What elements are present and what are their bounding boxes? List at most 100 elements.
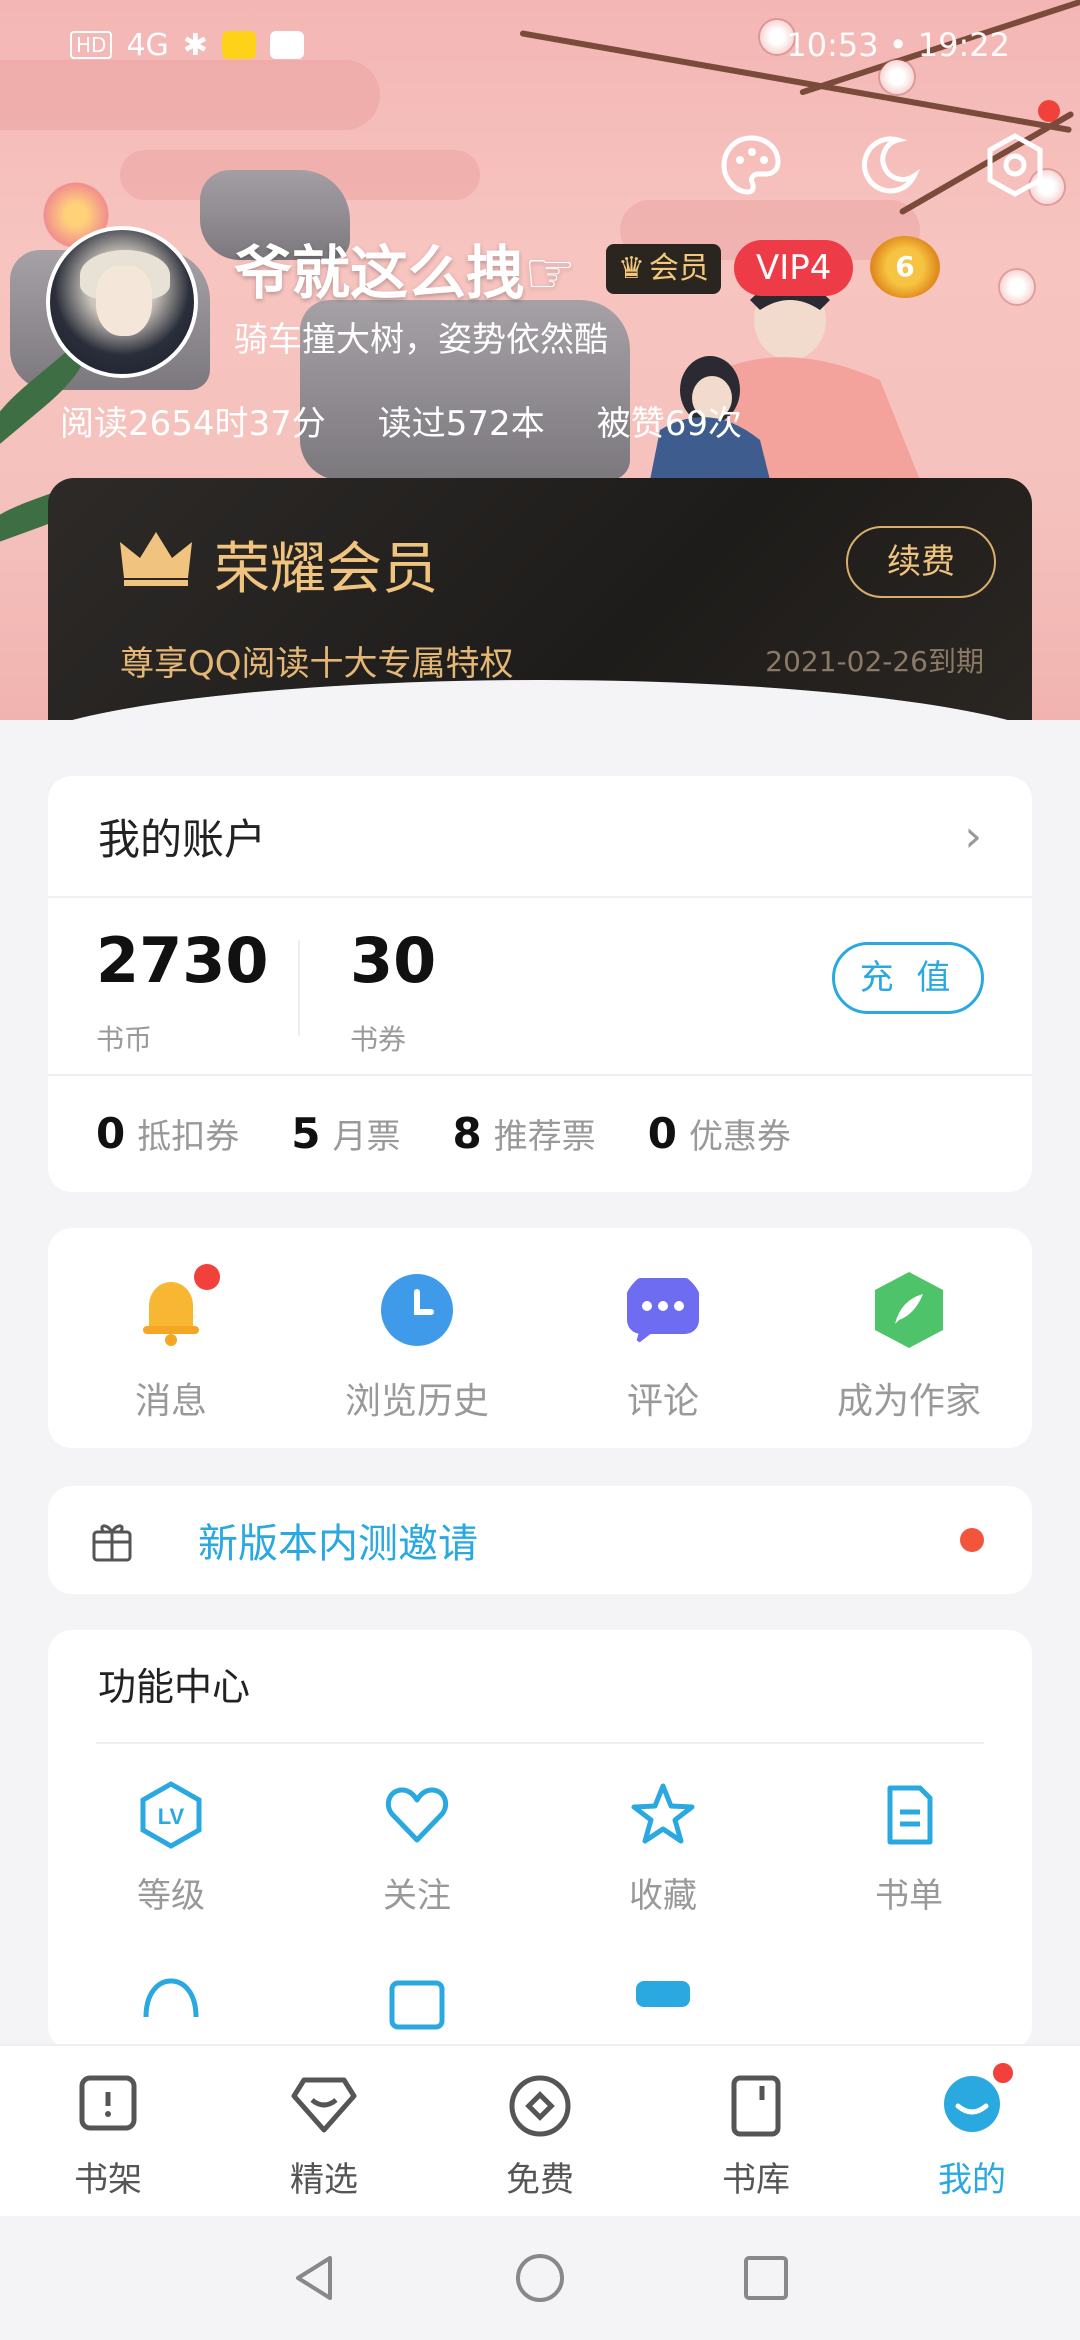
me-notification-dot: [990, 2060, 1016, 2086]
library-icon: [731, 2075, 781, 2137]
reading-time-stat: 阅读2654时37分: [60, 404, 326, 444]
messages-button[interactable]: 消息: [48, 1228, 294, 1448]
follow-button[interactable]: 关注: [294, 1780, 540, 1917]
level-label: 等级: [137, 1876, 205, 1916]
member-badge[interactable]: ♛ 会员: [606, 244, 721, 294]
profile-header: HD 4G ✱ 10:53 • 19:22 爷就这么拽☞ ♛ 会员 VIP4 6…: [0, 0, 1080, 720]
comments-label: 评论: [626, 1381, 699, 1422]
beta-invite-text: 新版本内测邀请: [198, 1521, 478, 1567]
tab-bookshelf[interactable]: 书架: [0, 2046, 216, 2216]
home-icon[interactable]: [512, 2250, 568, 2306]
crown-icon: ♛: [618, 251, 645, 286]
monthly-ticket[interactable]: 5 月票: [291, 1109, 400, 1158]
headphones-icon[interactable]: [136, 1973, 206, 2043]
skin-palette-icon[interactable]: [716, 130, 786, 200]
messages-label: 消息: [134, 1381, 207, 1422]
history-label: 浏览历史: [344, 1381, 489, 1422]
user-level-badge[interactable]: 6: [870, 236, 940, 298]
tab-featured[interactable]: 精选: [216, 2046, 432, 2216]
app-notification-icon: [221, 31, 256, 59]
likes-stat: 被赞69次: [596, 404, 742, 444]
renew-button[interactable]: 续费: [846, 526, 996, 598]
favorites-label: 收藏: [629, 1876, 697, 1916]
function-center-title: 功能中心: [98, 1665, 251, 1709]
favorites-button[interactable]: 收藏: [540, 1780, 786, 1917]
tab-label: 书库: [722, 2160, 790, 2200]
ticket-label: 月票: [332, 1116, 401, 1157]
gift-icon: [92, 1524, 132, 1562]
chevron-right-icon: ›: [964, 810, 982, 862]
account-header[interactable]: 我的账户 ›: [48, 776, 1032, 898]
free-icon: [509, 2075, 571, 2137]
ticket-label: 推荐票: [493, 1116, 596, 1157]
recharge-button[interactable]: 充 值: [832, 942, 984, 1014]
books-read-stat: 读过572本: [377, 404, 545, 444]
game-icon[interactable]: [628, 1973, 698, 2043]
settings-icon[interactable]: [980, 130, 1050, 200]
settings-notification-dot: [1038, 100, 1060, 122]
vip-privileges-text: 尊享QQ阅读十大专属特权: [120, 644, 514, 684]
signal-icon: 4G: [126, 27, 169, 63]
pen-icon: [875, 1272, 943, 1348]
quick-actions-card: 消息 浏览历史 评论 成为作家: [48, 1228, 1032, 1448]
back-icon[interactable]: [286, 2250, 342, 2306]
ticket-label: 优惠券: [688, 1116, 791, 1157]
featured-icon: [291, 2077, 357, 2133]
bottom-tab-bar: 书架 精选 免费 书库 我的: [0, 2044, 1080, 2216]
ticket-label: 抵扣券: [137, 1116, 240, 1157]
star-icon: [631, 1783, 695, 1844]
recommend-ticket[interactable]: 8 推荐票: [452, 1109, 595, 1158]
ticket-count: 8: [452, 1108, 482, 1158]
divider: [96, 1742, 984, 1744]
tab-me[interactable]: 我的: [864, 2046, 1080, 2216]
beta-invite-card[interactable]: 新版本内测邀请: [48, 1486, 1032, 1594]
account-title: 我的账户: [98, 814, 267, 864]
function-center-card: 功能中心 LV 等级 关注 收藏 书单: [48, 1630, 1032, 2050]
avatar[interactable]: [46, 226, 198, 378]
level-icon: LV: [140, 1781, 202, 1849]
svg-text:LV: LV: [158, 1804, 185, 1829]
discount-coupon[interactable]: 0 优惠券: [648, 1109, 791, 1158]
tickets-row: 0 抵扣券 5 月票 8 推荐票 0 优惠券: [48, 1076, 1032, 1190]
voucher-label: 书券: [350, 1023, 407, 1056]
image-icon[interactable]: [382, 1973, 452, 2043]
become-author-button[interactable]: 成为作家: [786, 1228, 1032, 1448]
crown-icon: [120, 532, 192, 586]
booklist-icon: [887, 1785, 933, 1845]
tab-label: 精选: [290, 2160, 358, 2200]
coin-balance[interactable]: 2730: [96, 924, 269, 997]
comments-button[interactable]: 评论: [540, 1228, 786, 1448]
vip-level-badge[interactable]: VIP4: [734, 240, 854, 296]
couple-illustration: [650, 280, 920, 480]
bookshelf-icon: [79, 2075, 137, 2131]
comment-icon: [627, 1278, 699, 1346]
account-card: 我的账户 › 2730 书币 30 书券 充 值 0 抵扣券 5 月票 8 推荐…: [48, 776, 1032, 1192]
ticket-count: 0: [96, 1108, 126, 1158]
hd-indicator: HD: [70, 31, 113, 59]
member-badge-label: 会员: [648, 251, 709, 286]
tab-free[interactable]: 免费: [432, 2046, 648, 2216]
voucher-balance[interactable]: 30: [350, 924, 436, 997]
become-author-label: 成为作家: [836, 1381, 981, 1422]
reading-stats: 阅读2654时37分 读过572本 被赞69次: [60, 396, 742, 445]
booklist-button[interactable]: 书单: [786, 1780, 1032, 1917]
avatar-face: [96, 266, 152, 336]
blossom-decoration: [1000, 270, 1034, 304]
bluetooth-icon: ✱: [182, 27, 208, 63]
system-navigation-bar: [0, 2216, 1080, 2340]
user-signature: 骑车撞大树，姿势依然酷: [234, 320, 608, 360]
recents-icon[interactable]: [738, 2250, 794, 2306]
night-mode-icon[interactable]: [854, 130, 924, 200]
tab-library[interactable]: 书库: [648, 2046, 864, 2216]
deduction-coupon[interactable]: 0 抵扣券: [96, 1109, 239, 1158]
heart-icon: [385, 1787, 449, 1843]
function-row-2: [48, 1973, 1032, 2043]
level-button[interactable]: LV 等级: [48, 1780, 294, 1917]
history-button[interactable]: 浏览历史: [294, 1228, 540, 1448]
divider: [298, 940, 300, 1036]
tab-label: 书架: [74, 2160, 142, 2200]
booklist-label: 书单: [875, 1876, 943, 1916]
tab-label: 免费: [506, 2160, 574, 2200]
coin-label: 书币: [96, 1023, 153, 1056]
tab-label: 我的: [938, 2160, 1006, 2200]
